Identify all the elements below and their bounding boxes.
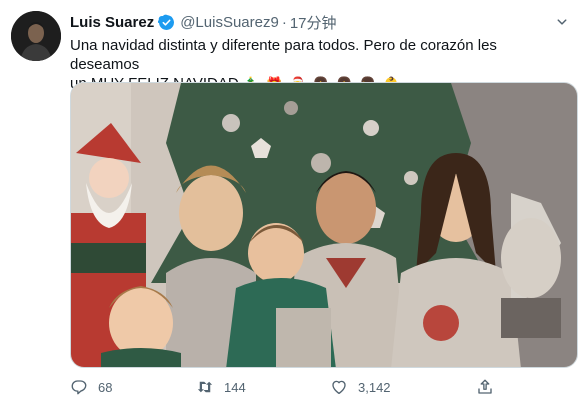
reply-icon (71, 380, 87, 395)
retweet-count: 144 (224, 379, 246, 395)
avatar-image (11, 11, 61, 61)
author-name[interactable]: Luis Suarez (70, 14, 154, 31)
heart-icon (332, 380, 346, 395)
author-avatar[interactable] (11, 11, 61, 61)
share-button[interactable] (476, 377, 504, 397)
retweet-button[interactable]: 144 (196, 377, 246, 397)
tweet-photo[interactable] (70, 82, 578, 368)
tweet-timestamp[interactable]: 17分钟 (290, 12, 337, 33)
family-christmas-photo (71, 83, 577, 367)
retweet-icon (197, 381, 213, 393)
reply-count: 68 (98, 379, 113, 395)
share-icon (478, 379, 492, 394)
more-options-icon[interactable] (553, 13, 571, 31)
tweet-text-line-1: Una navidad distinta y diferente para to… (70, 37, 497, 73)
verified-badge-icon (158, 14, 175, 30)
like-count: 3,142 (358, 379, 391, 395)
header-separator: · (281, 13, 287, 31)
tweet-card[interactable]: Luis Suarez @LuisSuarez9 · 17分钟 Una navi… (0, 0, 582, 407)
like-button[interactable]: 3,142 (330, 377, 391, 397)
reply-button[interactable]: 68 (70, 377, 112, 397)
author-handle[interactable]: @LuisSuarez9 (180, 14, 279, 31)
tweet-actions: 68 144 3,142 (70, 377, 550, 397)
tweet-header: Luis Suarez @LuisSuarez9 · 17分钟 (70, 12, 337, 32)
